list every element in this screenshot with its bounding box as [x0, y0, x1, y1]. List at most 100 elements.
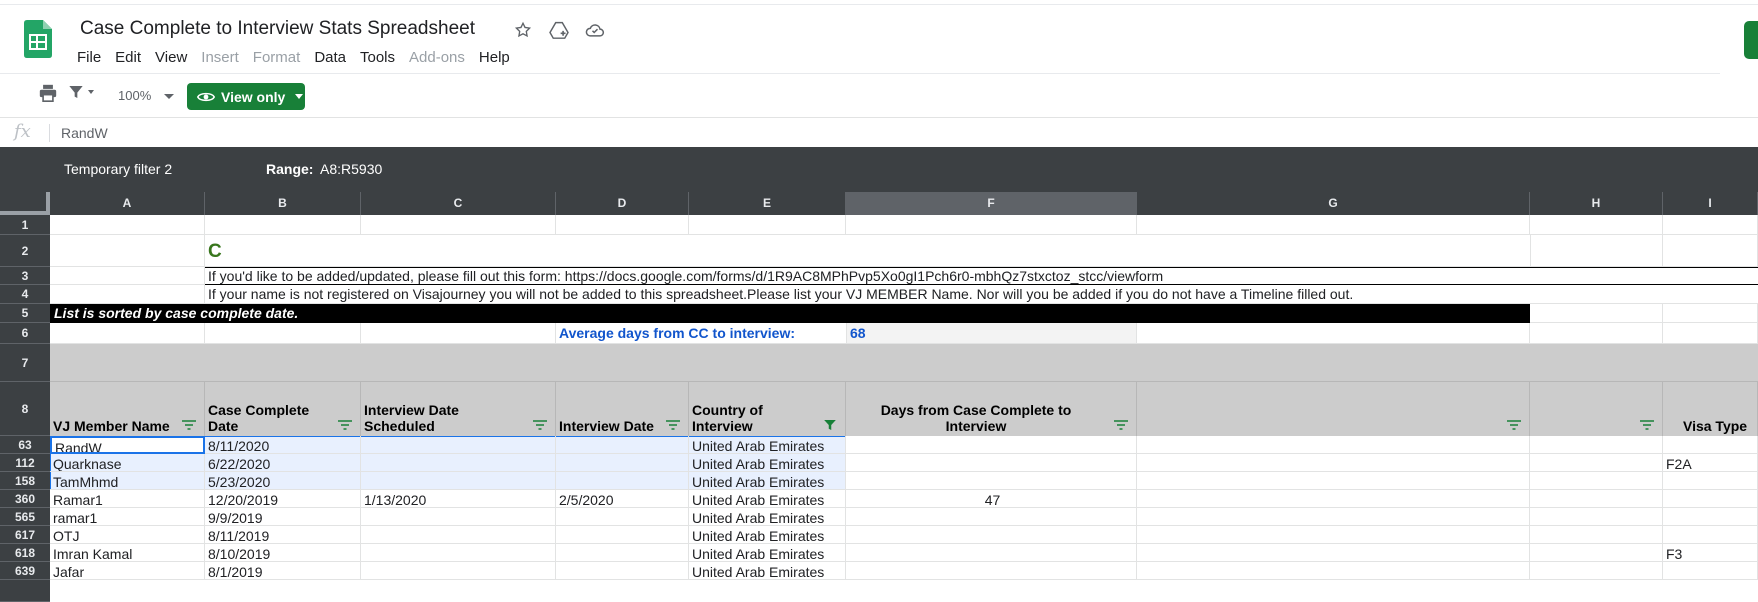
cell-cc-date[interactable]: 8/10/2019: [205, 544, 361, 562]
menu-view[interactable]: View: [148, 48, 194, 70]
cell[interactable]: [50, 267, 205, 285]
cell-scheduled[interactable]: [361, 544, 556, 562]
cell[interactable]: [1137, 508, 1530, 526]
menu-tools[interactable]: Tools: [353, 48, 402, 70]
cell[interactable]: [556, 215, 689, 235]
cell[interactable]: [689, 215, 846, 235]
cell[interactable]: [1530, 472, 1663, 490]
cell-scheduled[interactable]: [361, 562, 556, 580]
share-button-edge[interactable]: [1744, 21, 1758, 59]
cell-country[interactable]: United Arab Emirates: [689, 454, 846, 472]
cell[interactable]: [1137, 472, 1530, 490]
cell[interactable]: [1137, 544, 1530, 562]
cell[interactable]: [50, 323, 205, 344]
cell-interview[interactable]: [556, 454, 689, 472]
cell[interactable]: [361, 323, 556, 344]
row-header-3[interactable]: 3: [0, 267, 50, 285]
cell[interactable]: [1530, 454, 1663, 472]
print-icon[interactable]: [38, 84, 58, 102]
cell-cc-date[interactable]: 6/22/2020: [205, 454, 361, 472]
header-days-cc-to-interview[interactable]: Days from Case Complete to Interview: [846, 382, 1137, 436]
cell-country[interactable]: United Arab Emirates: [689, 562, 846, 580]
cloud-status-icon[interactable]: [584, 19, 606, 41]
sort-note[interactable]: List is sorted by case complete date.: [50, 304, 1530, 323]
header-column-g[interactable]: [1137, 382, 1530, 436]
cell-name[interactable]: Quarknase: [50, 454, 205, 472]
cell-visa[interactable]: [1663, 526, 1758, 544]
cell-scheduled[interactable]: [361, 436, 556, 454]
cell-days[interactable]: [846, 562, 1137, 580]
column-filter-icon[interactable]: [182, 420, 196, 430]
zoom-select[interactable]: 100%: [118, 88, 151, 103]
cell-cc-date[interactable]: 9/9/2019: [205, 508, 361, 526]
row-header-8[interactable]: 8: [0, 382, 50, 436]
row-header-partial[interactable]: [0, 580, 50, 602]
row-header[interactable]: 618: [0, 544, 50, 562]
cell[interactable]: [1663, 304, 1758, 323]
cell[interactable]: [1137, 323, 1530, 344]
row-header-1[interactable]: 1: [0, 215, 50, 235]
column-header-d[interactable]: D: [556, 192, 689, 215]
menu-edit[interactable]: Edit: [108, 48, 148, 70]
range-value[interactable]: A8:R5930: [320, 161, 382, 177]
cell[interactable]: [1137, 454, 1530, 472]
cell-days[interactable]: [846, 526, 1137, 544]
menu-file[interactable]: File: [70, 48, 108, 70]
avg-value-cell[interactable]: 68: [846, 323, 1137, 344]
cell[interactable]: [1530, 436, 1663, 454]
active-filter-icon[interactable]: [823, 420, 837, 430]
row-header-7[interactable]: 7: [0, 344, 50, 382]
avg-label-cell[interactable]: Average days from CC to interview:: [556, 323, 846, 344]
cell-name[interactable]: Jafar: [50, 562, 205, 580]
cell[interactable]: [1530, 235, 1663, 267]
cell-days[interactable]: [846, 472, 1137, 490]
column-header-i[interactable]: I: [1663, 192, 1758, 215]
cell[interactable]: [1530, 304, 1663, 323]
column-filter-icon[interactable]: [666, 420, 680, 430]
cell-visa[interactable]: [1663, 436, 1758, 454]
cell[interactable]: [1663, 235, 1758, 267]
cell-cc-date[interactable]: 8/1/2019: [205, 562, 361, 580]
registration-note-cell[interactable]: If your name is not registered on Visajo…: [205, 285, 1758, 304]
column-header-h[interactable]: H: [1530, 192, 1663, 215]
cell-country[interactable]: United Arab Emirates: [689, 526, 846, 544]
menu-data[interactable]: Data: [307, 48, 353, 70]
cell[interactable]: [205, 215, 361, 235]
cell[interactable]: [1530, 215, 1663, 235]
row-header[interactable]: 360: [0, 490, 50, 508]
cell[interactable]: [1530, 490, 1663, 508]
menu-add-ons[interactable]: Add-ons: [402, 48, 472, 70]
row-header[interactable]: 639: [0, 562, 50, 580]
cell[interactable]: [846, 215, 1137, 235]
cell-cc-date[interactable]: 8/11/2019: [205, 526, 361, 544]
menu-format[interactable]: Format: [246, 48, 308, 70]
cell-name[interactable]: Imran Kamal: [50, 544, 205, 562]
star-icon[interactable]: [512, 19, 534, 41]
cell[interactable]: [1137, 215, 1530, 235]
cell[interactable]: [1530, 323, 1663, 344]
column-filter-icon[interactable]: [338, 420, 352, 430]
cell-interview[interactable]: [556, 544, 689, 562]
cell-country[interactable]: United Arab Emirates: [689, 490, 846, 508]
cell-country[interactable]: United Arab Emirates: [689, 544, 846, 562]
cell[interactable]: [205, 323, 361, 344]
cell-scheduled[interactable]: [361, 454, 556, 472]
cell-visa[interactable]: [1663, 472, 1758, 490]
formula-input[interactable]: RandW: [61, 125, 108, 141]
cell-days[interactable]: [846, 436, 1137, 454]
cell-days[interactable]: [846, 508, 1137, 526]
document-title[interactable]: Case Complete to Interview Stats Spreads…: [80, 18, 475, 40]
filter-view-name[interactable]: Temporary filter 2: [64, 161, 172, 177]
row-header[interactable]: 565: [0, 508, 50, 526]
cell[interactable]: [361, 215, 556, 235]
cell-country[interactable]: United Arab Emirates: [689, 436, 846, 454]
cell-visa[interactable]: [1663, 490, 1758, 508]
cell[interactable]: [1137, 436, 1530, 454]
add-to-drive-icon[interactable]: [548, 19, 570, 41]
sheets-logo-icon[interactable]: [24, 20, 52, 58]
cell-b2[interactable]: C: [205, 235, 1530, 267]
filter-menu-icon[interactable]: [68, 84, 94, 100]
select-all-corner[interactable]: [0, 192, 50, 215]
column-header-g[interactable]: G: [1137, 192, 1530, 215]
row-header[interactable]: 63: [0, 436, 50, 454]
